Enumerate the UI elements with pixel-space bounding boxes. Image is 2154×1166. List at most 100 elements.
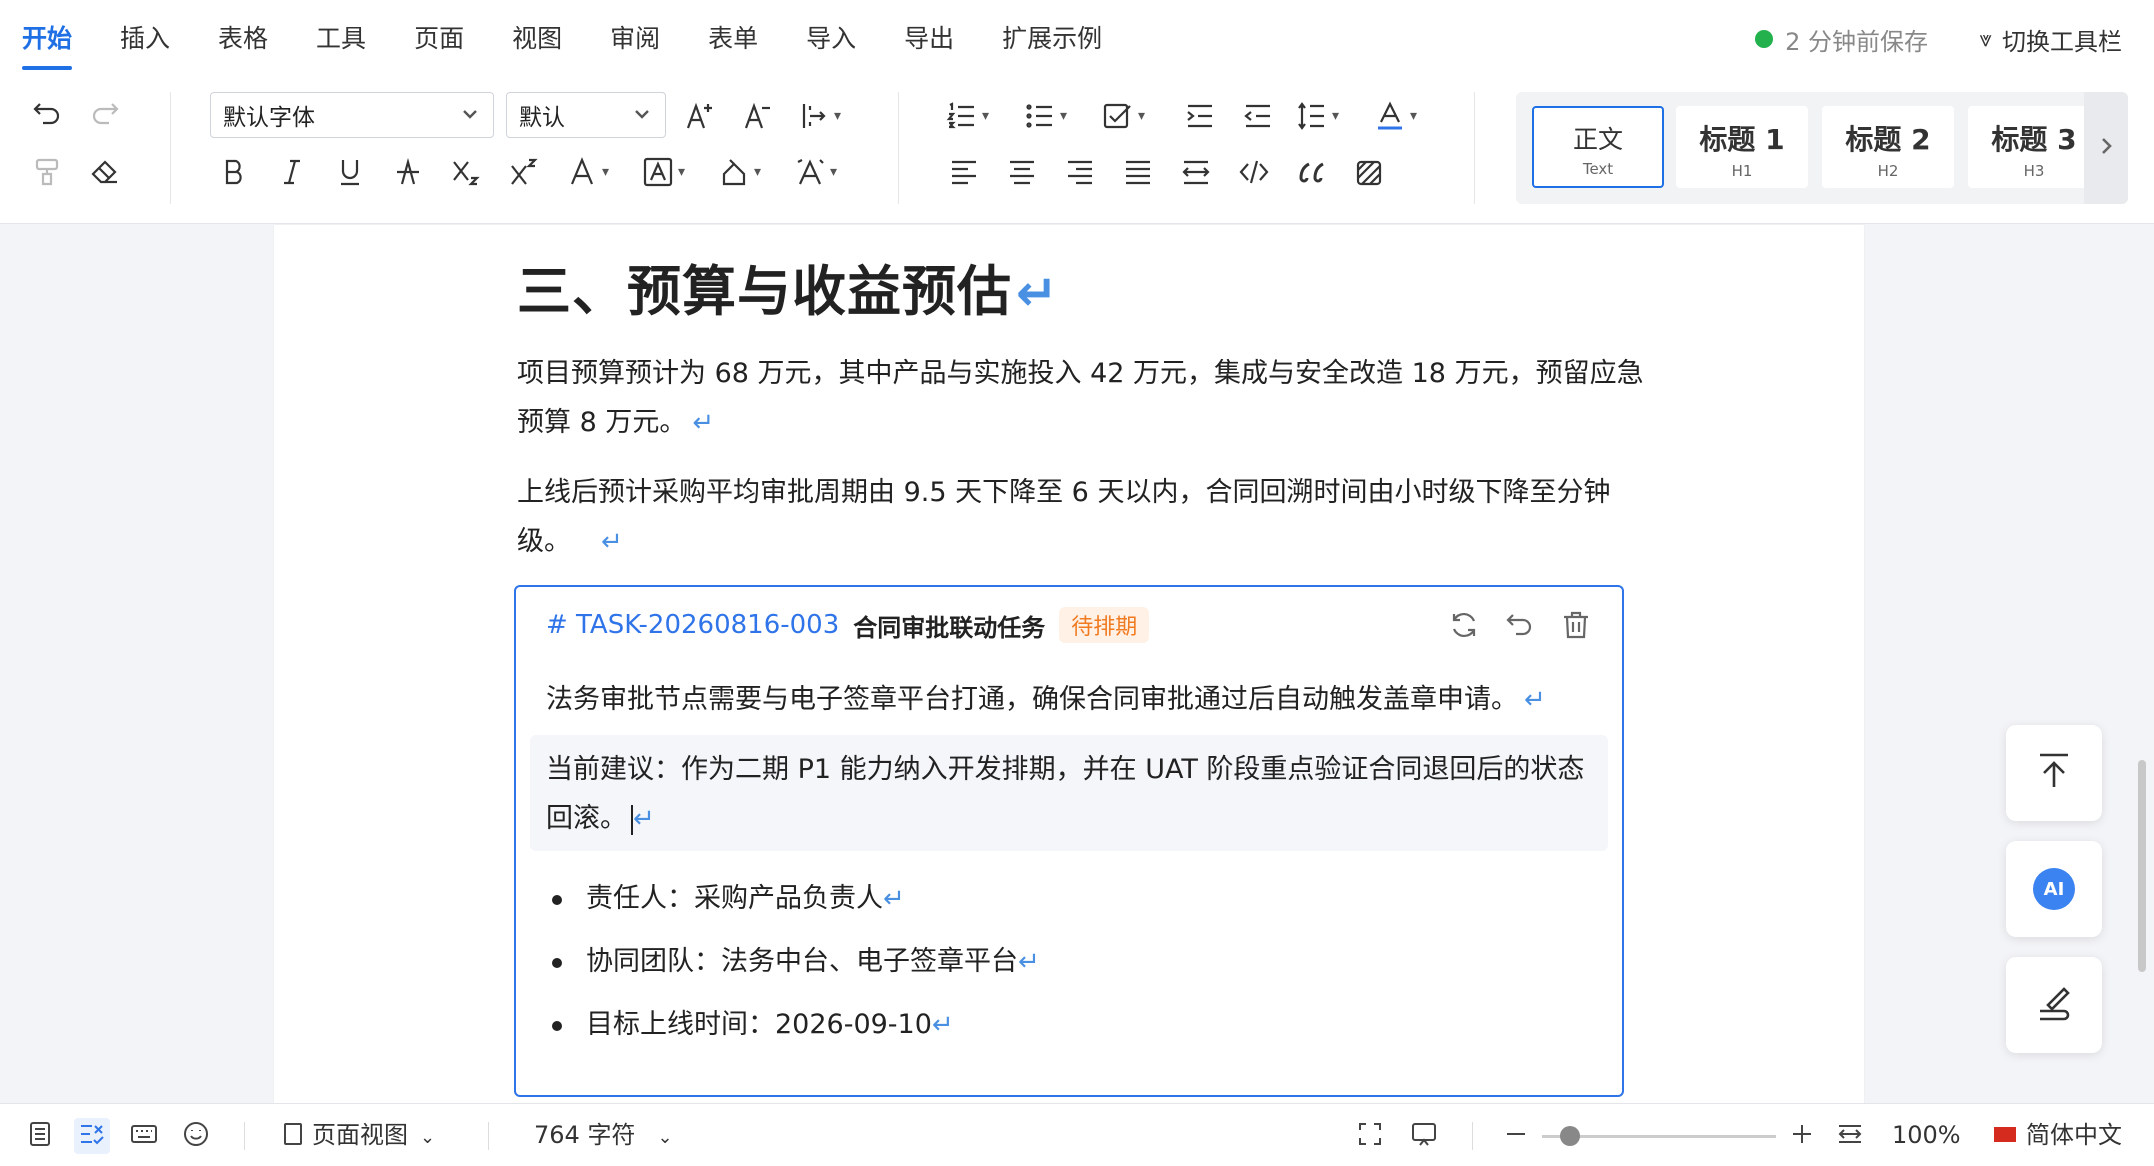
ai-icon: AI (2033, 868, 2075, 910)
undo-icon[interactable] (27, 94, 67, 134)
delete-task-button[interactable] (1550, 607, 1602, 647)
zoom-level[interactable]: 100% (1892, 1104, 1961, 1166)
tab-extensions[interactable]: 扩展示例 (1002, 0, 1102, 78)
clear-format-block-icon[interactable] (1350, 152, 1390, 192)
tab-view[interactable]: 视图 (512, 0, 562, 78)
zoom-slider-handle[interactable] (1560, 1126, 1581, 1146)
paragraph-budget[interactable]: 项目预算预计为 68 万元，其中产品与实施投入 42 万元，集成与安全改造 18… (517, 349, 1647, 448)
outline-view-button[interactable] (22, 1118, 58, 1154)
chevron-down-icon (631, 103, 653, 125)
text-effect-icon[interactable]: ▾ (794, 152, 860, 192)
ordered-list-icon[interactable]: ▾ (946, 96, 1012, 136)
code-icon[interactable] (1234, 152, 1274, 192)
style-text[interactable]: 正文 Text (1532, 106, 1664, 188)
tab-import[interactable]: 导入 (806, 0, 856, 78)
style-h3[interactable]: 标题 3 H3 (1968, 106, 2100, 188)
page-icon (284, 1123, 302, 1145)
list-item[interactable]: 协同团队：法务中台、电子签章平台↵ (546, 930, 1040, 993)
signature-button[interactable] (2006, 957, 2102, 1053)
task-status-badge[interactable]: 待排期 (1059, 607, 1150, 643)
zoom-slider[interactable] (1542, 1126, 1776, 1146)
track-changes-button[interactable] (74, 1118, 110, 1154)
indent-icon[interactable] (1180, 96, 1220, 136)
text-border-icon[interactable]: ▾ (642, 152, 708, 192)
bullet-list-icon[interactable]: ▾ (1024, 96, 1090, 136)
revert-task-button[interactable] (1494, 607, 1546, 647)
quote-icon[interactable] (1292, 152, 1332, 192)
paragraph-mark-icon: ↵ (601, 527, 623, 557)
task-suggestion[interactable]: 当前建议：作为二期 P1 能力纳入开发排期，并在 UAT 阶段重点验证合同退回后… (530, 735, 1608, 851)
zoom-in-button[interactable] (1784, 1118, 1820, 1154)
tab-table[interactable]: 表格 (218, 0, 268, 78)
italic-icon[interactable] (272, 152, 312, 192)
task-header: # TASK-20260816-003 合同审批联动任务 待排期 (546, 607, 1150, 643)
font-family-value: 默认字体 (223, 105, 315, 131)
line-height-icon[interactable]: ▾ (1296, 96, 1362, 136)
tab-export[interactable]: 导出 (904, 0, 954, 78)
keyboard-button[interactable] (126, 1118, 162, 1154)
tab-start[interactable]: 开始 (22, 0, 73, 78)
screen-cast-icon (1410, 1120, 1438, 1152)
task-id-link[interactable]: # TASK-20260816-003 (546, 610, 839, 640)
subscript-icon[interactable] (446, 152, 486, 192)
text-background-icon[interactable]: ▾ (1374, 96, 1440, 136)
presentation-button[interactable] (1406, 1118, 1442, 1154)
style-h2[interactable]: 标题 2 H2 (1822, 106, 1954, 188)
align-left-icon[interactable] (944, 152, 984, 192)
refresh-task-button[interactable] (1438, 607, 1490, 647)
align-center-icon[interactable] (1002, 152, 1042, 192)
paragraph-mark-icon: ↵ (1016, 264, 1059, 322)
paragraph-benefit[interactable]: 上线后预计采购平均审批周期由 9.5 天下降至 6 天以内，合同回溯时间由小时级… (517, 468, 1647, 567)
bold-icon[interactable] (214, 152, 254, 192)
switch-toolbar-button[interactable]: ⩔ 切换工具栏 (1980, 0, 2122, 78)
back-to-top-button[interactable] (2006, 725, 2102, 821)
text-direction-icon[interactable]: ▾ (798, 96, 864, 136)
highlight-color-icon[interactable]: ▾ (718, 152, 784, 192)
emoji-button[interactable] (178, 1118, 214, 1154)
tab-form[interactable]: 表单 (708, 0, 758, 78)
fit-width-button[interactable] (1832, 1118, 1868, 1154)
document-page[interactable]: 三、预算与收益预估↵ 项目预算预计为 68 万元，其中产品与实施投入 42 万元… (274, 225, 1864, 1103)
font-size-select[interactable]: 默认 (506, 92, 666, 138)
redo-icon[interactable] (85, 94, 125, 134)
outdent-icon[interactable] (1238, 96, 1278, 136)
font-color-icon[interactable]: ▾ (566, 152, 632, 192)
chevron-down-icon: ⌄ (657, 1127, 673, 1148)
format-painter-icon[interactable] (27, 152, 67, 192)
list-item[interactable]: 责任人：采购产品负责人↵ (546, 867, 1040, 930)
zoom-out-button[interactable] (1498, 1118, 1534, 1154)
font-family-select[interactable]: 默认字体 (210, 92, 494, 138)
char-count-label: 764 字符 (534, 1121, 636, 1149)
vertical-scrollbar[interactable] (2138, 760, 2146, 972)
paragraph-mark-icon: ↵ (1018, 947, 1040, 977)
minus-icon (1502, 1120, 1530, 1152)
strikethrough-icon[interactable] (388, 152, 428, 192)
tab-review[interactable]: 审阅 (610, 0, 660, 78)
char-count-select[interactable]: 764 字符 ⌄ (534, 1104, 673, 1166)
styles-next-button[interactable] (2084, 92, 2128, 204)
increase-font-size-icon[interactable] (680, 96, 720, 136)
task-description[interactable]: 法务审批节点需要与电子签章平台打通，确保合同审批通过后自动触发盖章申请。 ↵ (546, 675, 1546, 725)
paragraph-mark-icon: ↵ (692, 408, 715, 438)
saved-indicator-icon (1755, 30, 1774, 48)
tab-tools[interactable]: 工具 (316, 0, 366, 78)
align-right-icon[interactable] (1060, 152, 1100, 192)
language-select[interactable]: 简体中文 (1994, 1104, 2122, 1166)
eraser-icon[interactable] (85, 152, 125, 192)
list-item[interactable]: 目标上线时间：2026-09-10↵ (546, 993, 1040, 1056)
superscript-icon[interactable] (504, 152, 544, 192)
decrease-font-size-icon[interactable] (738, 96, 778, 136)
view-mode-select[interactable]: 页面视图 ⌄ (284, 1104, 435, 1166)
align-justify-icon[interactable] (1118, 152, 1158, 192)
fullscreen-button[interactable] (1352, 1118, 1388, 1154)
tab-page[interactable]: 页面 (414, 0, 464, 78)
ai-assistant-button[interactable]: AI (2006, 841, 2102, 937)
paragraph-text: 上线后预计采购平均审批周期由 9.5 天下降至 6 天以内，合同回溯时间由小时级… (517, 477, 1611, 557)
section-heading[interactable]: 三、预算与收益预估↵ (517, 247, 1059, 326)
distributed-align-icon[interactable] (1176, 152, 1216, 192)
style-h1[interactable]: 标题 1 H1 (1676, 106, 1808, 188)
task-block[interactable]: # TASK-20260816-003 合同审批联动任务 待排期 法务审批节点需… (514, 585, 1624, 1097)
tab-insert[interactable]: 插入 (120, 0, 170, 78)
underline-icon[interactable] (330, 152, 370, 192)
task-list-icon[interactable]: ▾ (1102, 96, 1168, 136)
